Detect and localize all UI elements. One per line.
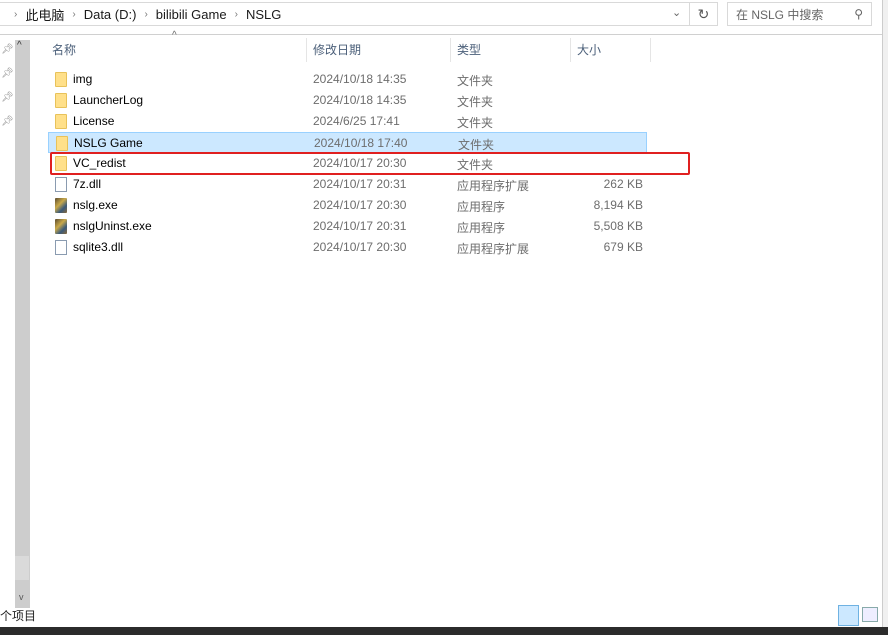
status-item-count: 个项目 <box>0 609 37 623</box>
file-type: 文件夹 <box>457 95 494 109</box>
column-header-size[interactable]: 大小 <box>577 38 601 62</box>
file-type: 应用程序扩展 <box>457 179 530 193</box>
file-type: 文件夹 <box>458 138 495 152</box>
file-row[interactable]: nslg.exe 2024/10/17 20:30 应用程序 8,194 KB <box>48 195 647 216</box>
breadcrumb-this-pc[interactable]: 此电脑 <box>25 5 64 24</box>
file-size: 8,194 KB <box>593 198 643 212</box>
search-icon: ⚲ <box>854 7 863 21</box>
file-name: nslg.exe <box>73 198 118 212</box>
file-date: 2024/6/25 17:41 <box>313 114 400 128</box>
file-name: License <box>73 114 115 128</box>
exe-app-icon <box>55 219 67 234</box>
file-type: 文件夹 <box>457 74 494 88</box>
file-date: 2024/10/18 17:40 <box>314 136 408 150</box>
taskbar-strip <box>0 627 888 635</box>
folder-icon <box>55 114 67 129</box>
pin-icon: 📌︎ <box>1 44 14 55</box>
file-name: 7z.dll <box>73 177 102 191</box>
folder-icon <box>55 72 67 87</box>
exe-app-icon <box>55 198 67 213</box>
breadcrumb-data-drive[interactable]: Data (D:) <box>84 7 137 22</box>
scroll-up-icon[interactable]: ^ <box>17 40 22 51</box>
file-row[interactable]: 7z.dll 2024/10/17 20:31 应用程序扩展 262 KB <box>48 174 647 195</box>
column-header-type[interactable]: 类型 <box>457 38 481 62</box>
file-date: 2024/10/17 20:30 <box>313 240 407 254</box>
pin-icon: 📌︎ <box>1 68 14 79</box>
chevron-right-icon: › <box>14 8 18 20</box>
file-row[interactable]: img 2024/10/18 14:35 文件夹 <box>48 69 647 90</box>
dll-file-icon <box>55 177 67 192</box>
scroll-down-icon[interactable]: v <box>19 592 24 602</box>
nav-pane-scrollbar[interactable] <box>15 40 30 608</box>
highlight-box <box>50 152 690 175</box>
chevron-right-icon[interactable]: › <box>72 9 75 20</box>
file-name: NSLG Game <box>74 136 143 150</box>
file-name: img <box>73 72 93 86</box>
search-input[interactable]: 在 NSLG 中搜索 ⚲ <box>727 2 872 26</box>
file-row[interactable]: License 2024/6/25 17:41 文件夹 <box>48 111 647 132</box>
file-date: 2024/10/18 14:35 <box>313 72 407 86</box>
file-row[interactable]: sqlite3.dll 2024/10/17 20:30 应用程序扩展 679 … <box>48 237 647 258</box>
large-icons-view-button[interactable] <box>862 607 878 622</box>
file-name: nslgUninst.exe <box>73 219 152 233</box>
file-row[interactable]: NSLG Game 2024/10/18 17:40 文件夹 <box>48 132 647 153</box>
column-divider[interactable] <box>450 38 451 62</box>
file-date: 2024/10/17 20:31 <box>313 177 407 191</box>
file-size: 5,508 KB <box>593 219 643 233</box>
chevron-right-icon[interactable]: › <box>144 9 147 20</box>
column-divider[interactable] <box>650 38 651 62</box>
address-history-dropdown-icon[interactable]: ⌄ <box>672 6 681 19</box>
refresh-button[interactable]: ↻ <box>690 2 718 26</box>
column-header-name[interactable]: 名称 <box>52 38 76 62</box>
address-bar[interactable]: › 此电脑 › Data (D:) › bilibili Game › NSLG <box>0 2 690 26</box>
chevron-right-icon[interactable]: › <box>235 9 238 20</box>
sort-ascending-icon: ^ <box>172 30 177 41</box>
folder-icon <box>56 136 68 151</box>
column-header-date[interactable]: 修改日期 <box>313 38 361 62</box>
column-divider[interactable] <box>570 38 571 62</box>
file-row[interactable]: LauncherLog 2024/10/18 14:35 文件夹 <box>48 90 647 111</box>
scrollbar-thumb[interactable] <box>15 556 29 580</box>
file-row[interactable]: nslgUninst.exe 2024/10/17 20:31 应用程序 5,5… <box>48 216 647 237</box>
breadcrumb-bilibili-game[interactable]: bilibili Game <box>156 7 227 22</box>
breadcrumb-nslg[interactable]: NSLG <box>246 7 281 22</box>
column-divider[interactable] <box>306 38 307 62</box>
dll-file-icon <box>55 240 67 255</box>
divider <box>0 34 882 35</box>
search-placeholder: 在 NSLG 中搜索 <box>736 7 824 22</box>
file-type: 文件夹 <box>457 116 494 130</box>
file-type: 应用程序扩展 <box>457 242 530 256</box>
file-type: 应用程序 <box>457 200 506 214</box>
file-size: 679 KB <box>603 240 643 254</box>
window-edge <box>882 0 888 627</box>
details-view-button[interactable] <box>838 605 859 626</box>
file-size: 262 KB <box>603 177 643 191</box>
file-name: sqlite3.dll <box>73 240 124 254</box>
file-date: 2024/10/17 20:31 <box>313 219 407 233</box>
pin-icon: 📌︎ <box>1 92 14 103</box>
pin-icon: 📌︎ <box>1 116 14 127</box>
file-date: 2024/10/17 20:30 <box>313 198 407 212</box>
file-date: 2024/10/18 14:35 <box>313 93 407 107</box>
file-type: 应用程序 <box>457 221 506 235</box>
file-name: LauncherLog <box>73 93 144 107</box>
folder-icon <box>55 93 67 108</box>
